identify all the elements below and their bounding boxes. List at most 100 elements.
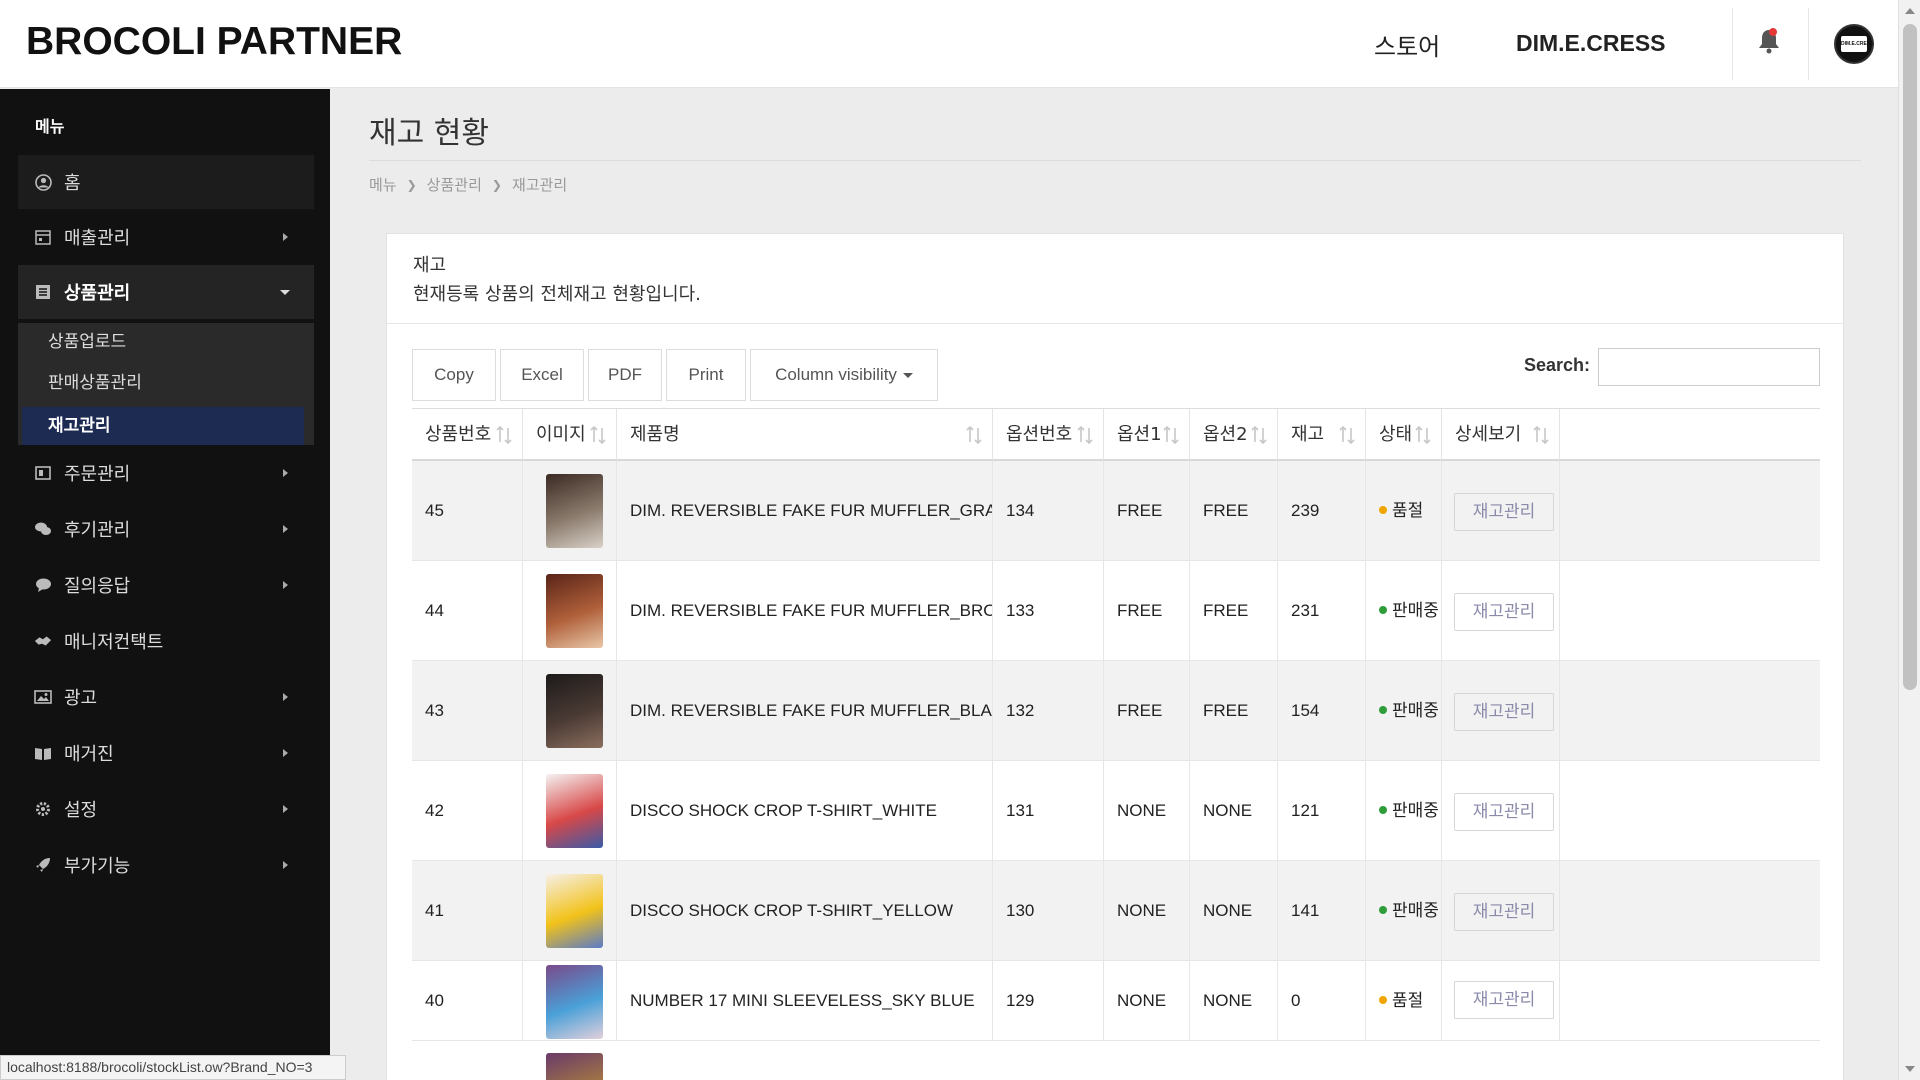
submenu-item-stock-management[interactable]: 재고관리: [22, 407, 304, 445]
search-input[interactable]: [1598, 348, 1820, 386]
column-header-status[interactable]: 상태: [1366, 409, 1442, 460]
sort-arrows-icon[interactable]: [966, 426, 982, 444]
stock-manage-button[interactable]: 재고관리: [1454, 793, 1554, 831]
table-row[interactable]: 42 DISCO SHOCK CROP T-SHIRT_WHITE 131 NONE N…: [412, 761, 1820, 861]
status-badge: 판매중: [1392, 701, 1439, 721]
sidebar-item-reviews[interactable]: 후기관리: [18, 502, 314, 556]
scroll-down-arrow-icon[interactable]: [1905, 1066, 1915, 1072]
product-thumbnail[interactable]: [546, 574, 603, 648]
sidebar-item-orders[interactable]: 주문관리: [18, 446, 314, 500]
product-thumbnail[interactable]: [546, 474, 603, 548]
card-description: 현재등록 상품의 전체재고 현황입니다.: [413, 284, 701, 305]
table-header: 상품번호 이미지 제품명 옵션번호 옵션1 옵션2 재고 상태 상세보기: [412, 408, 1820, 461]
cell-name: DIM. REVERSIBLE FAKE FUR MUFFLER_BLACK: [617, 661, 993, 761]
sidebar-title: 메뉴: [35, 117, 65, 136]
product-thumbnail[interactable]: [546, 674, 603, 748]
product-thumbnail[interactable]: [546, 874, 603, 948]
products-submenu: 상품업로드 판매상품관리 재고관리: [18, 323, 314, 445]
breadcrumb-item[interactable]: 재고관리: [512, 174, 567, 195]
sidebar-item-settings[interactable]: 설정: [18, 782, 314, 836]
breadcrumb-item[interactable]: 메뉴: [369, 174, 397, 195]
table-row[interactable]: 44 DIM. REVERSIBLE FAKE FUR MUFFLER_BROWN…: [412, 561, 1820, 661]
chevron-right-icon: [283, 861, 288, 869]
rocket-icon: [34, 856, 52, 874]
brand-logo[interactable]: BROCOLI PARTNER: [26, 20, 402, 64]
chevron-right-icon: [283, 525, 288, 533]
sidebar-item-extras[interactable]: 부가기능: [18, 838, 314, 892]
sidebar-item-sales[interactable]: 매출관리: [18, 210, 314, 264]
cell-status: 품절: [1366, 961, 1442, 1041]
cell-image: [523, 461, 617, 561]
column-header-stock[interactable]: 재고: [1278, 409, 1366, 460]
sidebar-item-label: 설정: [64, 800, 98, 821]
sidebar-item-magazine[interactable]: 매거진: [18, 726, 314, 780]
column-header-id[interactable]: 상품번호: [412, 409, 523, 460]
column-header-label: 상태: [1379, 424, 1413, 445]
sort-arrows-icon[interactable]: [590, 426, 606, 444]
product-thumbnail[interactable]: [546, 774, 603, 848]
user-circle-icon: [34, 173, 52, 191]
product-thumbnail[interactable]: [546, 1053, 603, 1080]
cell-text: NUMBER 17 MINI SLEEVELESS_SKY BLUE: [630, 991, 975, 1010]
print-button[interactable]: Print: [666, 349, 746, 401]
stock-manage-button[interactable]: 재고관리: [1454, 693, 1554, 731]
sidebar-item-home[interactable]: 홈: [18, 155, 314, 209]
sort-arrows-icon[interactable]: [1077, 426, 1093, 444]
brand-name[interactable]: DIM.E.CRESS: [1516, 30, 1666, 57]
sort-arrows-icon[interactable]: [1415, 426, 1431, 444]
cell-option2: NONE: [1190, 961, 1278, 1041]
sort-arrows-icon[interactable]: [496, 426, 512, 444]
breadcrumb-item[interactable]: 상품관리: [427, 174, 482, 195]
scroll-thumb[interactable]: [1903, 24, 1917, 690]
pdf-button[interactable]: PDF: [588, 349, 662, 401]
sidebar-item-products[interactable]: 상품관리: [18, 265, 314, 319]
sort-arrows-icon[interactable]: [1251, 426, 1267, 444]
columns-icon: [34, 464, 52, 482]
sort-arrows-icon[interactable]: [1533, 426, 1549, 444]
product-thumbnail[interactable]: [546, 965, 603, 1039]
store-link[interactable]: 스토어: [1374, 27, 1440, 62]
column-header-name[interactable]: 제품명: [617, 409, 993, 460]
stock-manage-button[interactable]: 재고관리: [1454, 893, 1554, 931]
column-header-image[interactable]: 이미지: [523, 409, 617, 460]
copy-button[interactable]: Copy: [412, 349, 496, 401]
cell-text: 42: [425, 801, 444, 820]
cell-text: FREE: [1117, 601, 1163, 620]
stock-manage-button[interactable]: 재고관리: [1454, 593, 1554, 631]
sort-arrows-icon[interactable]: [1163, 426, 1179, 444]
column-header-detail[interactable]: 상세보기: [1442, 409, 1560, 460]
page-scrollbar[interactable]: [1898, 0, 1920, 1080]
table-row[interactable]: 45 DIM. REVERSIBLE FAKE FUR MUFFLER_GRAY 1…: [412, 461, 1820, 561]
avatar[interactable]: DIM.E.CRESS: [1834, 24, 1874, 64]
cell-id: 44: [412, 561, 523, 661]
cell-text: FREE: [1117, 501, 1163, 520]
scroll-up-arrow-icon[interactable]: [1905, 8, 1915, 14]
column-visibility-button[interactable]: Column visibility: [750, 349, 938, 401]
notification-dot: [1769, 28, 1777, 36]
sidebar-item-ads[interactable]: 광고: [18, 670, 314, 724]
column-header-option2[interactable]: 옵션2: [1190, 409, 1278, 460]
column-header-option1[interactable]: 옵션1: [1104, 409, 1190, 460]
submenu-item-sales-products[interactable]: 판매상품관리: [18, 364, 314, 402]
cell-status: 판매중: [1366, 861, 1442, 961]
sidebar-item-manager-contact[interactable]: 매니저컨택트: [18, 614, 314, 668]
cell-detail: 재고관리: [1442, 961, 1560, 1041]
top-navbar: BROCOLI PARTNER 스토어 DIM.E.CRESS DIM.E.CR…: [0, 0, 1898, 88]
cell-text: 129: [1006, 991, 1035, 1010]
submenu-item-product-upload[interactable]: 상품업로드: [18, 323, 314, 361]
sort-arrows-icon[interactable]: [1339, 426, 1355, 444]
table-row[interactable]: 43 DIM. REVERSIBLE FAKE FUR MUFFLER_BLACK…: [412, 661, 1820, 761]
cell-text: 231: [1291, 601, 1320, 620]
stock-manage-button[interactable]: 재고관리: [1454, 981, 1554, 1019]
sidebar-item-qna[interactable]: 질의응답: [18, 558, 314, 612]
sidebar-item-label: 상품관리: [64, 283, 131, 304]
status-badge: 판매중: [1392, 601, 1439, 621]
table-row[interactable]: 41 DISCO SHOCK CROP T-SHIRT_YELLOW 130 NONE…: [412, 861, 1820, 961]
excel-button[interactable]: Excel: [500, 349, 584, 401]
column-header-option-no[interactable]: 옵션번호: [993, 409, 1104, 460]
table-row[interactable]: 40 NUMBER 17 MINI SLEEVELESS_SKY BLUE 129 N…: [412, 961, 1820, 1041]
caret-down-icon: [902, 372, 913, 378]
cell-status: 판매중: [1366, 661, 1442, 761]
cell-text: 132: [1006, 701, 1035, 720]
stock-manage-button[interactable]: 재고관리: [1454, 493, 1554, 531]
